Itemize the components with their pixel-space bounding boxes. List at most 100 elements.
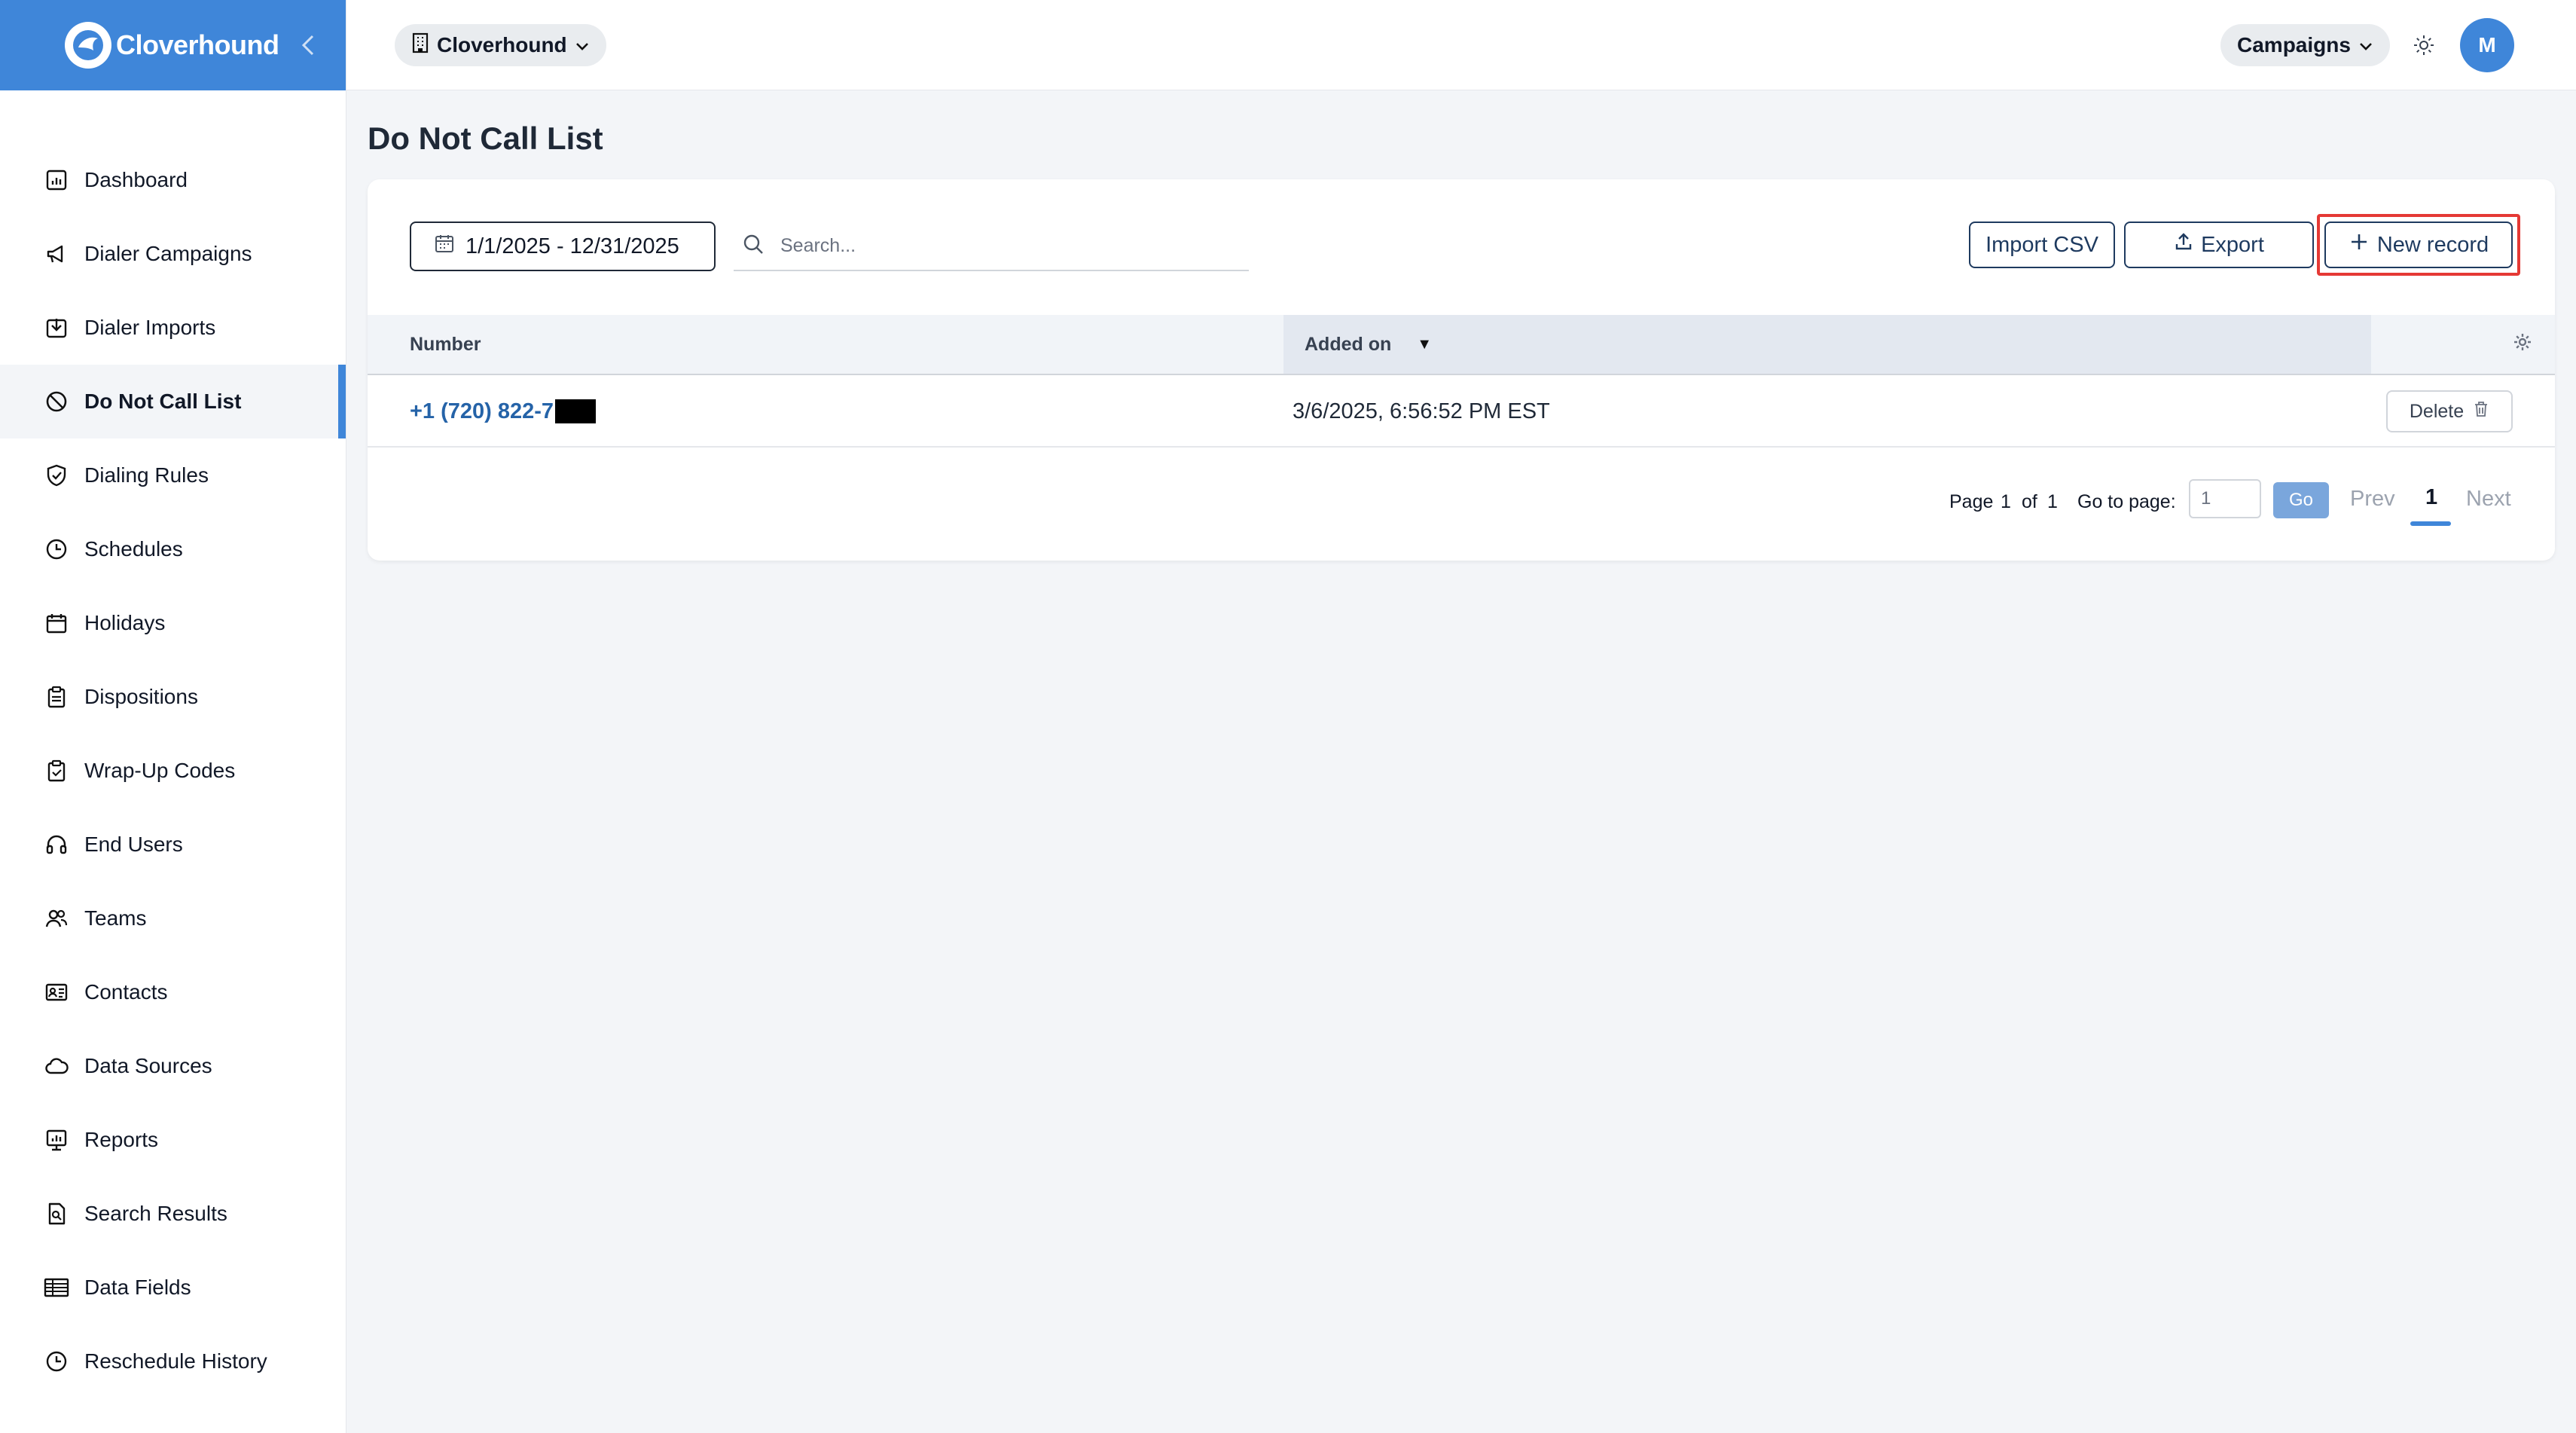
- delete-button[interactable]: Delete: [2386, 390, 2513, 432]
- upload-icon: [2174, 232, 2193, 258]
- gear-icon[interactable]: [2513, 332, 2532, 357]
- page-1-button[interactable]: 1: [2425, 485, 2437, 510]
- sidebar-item-wrap-up-codes[interactable]: Wrap-Up Codes: [0, 734, 346, 808]
- delete-label: Delete: [2409, 400, 2465, 422]
- next-button[interactable]: Next: [2466, 487, 2511, 512]
- sidebar-item-end-users[interactable]: End Users: [0, 808, 346, 881]
- phone-number-cell[interactable]: +1 (720) 822-7: [368, 399, 1283, 424]
- sidebar-item-dispositions[interactable]: Dispositions: [0, 660, 346, 734]
- brand-name: Cloverhound: [116, 29, 279, 60]
- sidebar-item-label: Dialer Campaigns: [84, 242, 252, 265]
- sidebar-item-label: Reports: [84, 1128, 159, 1151]
- building-icon: [411, 32, 429, 59]
- sidebar-item-label: Do Not Call List: [84, 390, 242, 413]
- ban-icon: [41, 386, 72, 417]
- sun-icon[interactable]: [2409, 30, 2439, 60]
- campaigns-dropdown[interactable]: Campaigns: [2220, 24, 2390, 66]
- sidebar-item-data-fields[interactable]: Data Fields: [0, 1251, 346, 1325]
- sidebar-item-label: Wrap-Up Codes: [84, 759, 236, 782]
- search-box: [734, 222, 1249, 271]
- column-header-label: Number: [410, 333, 481, 355]
- avatar[interactable]: M: [2460, 18, 2514, 72]
- chevron-down-icon: [2358, 33, 2373, 57]
- dnc-card: 1/1/2025 - 12/31/2025 Import CSV Export …: [368, 179, 2555, 561]
- row-actions: Delete: [2371, 390, 2555, 432]
- chart-icon: [41, 164, 72, 196]
- export-button[interactable]: Export: [2124, 222, 2314, 268]
- shield-check-icon: [41, 460, 72, 491]
- sidebar-item-schedules[interactable]: Schedules: [0, 512, 346, 586]
- sidebar-nav: Dashboard Dialer Campaigns Dialer Import…: [0, 90, 346, 1398]
- table-row: +1 (720) 822-7 3/6/2025, 6:56:52 PM EST …: [368, 377, 2555, 448]
- sidebar-item-do-not-call-list[interactable]: Do Not Call List: [0, 365, 346, 438]
- cloverhound-logo-icon: [65, 22, 111, 69]
- pagination: Page 1 of 1 Go to page: Go Prev 1 Next: [368, 479, 2555, 526]
- collapse-sidebar-icon[interactable]: [293, 30, 323, 60]
- go-button[interactable]: Go: [2273, 482, 2329, 518]
- headset-icon: [41, 829, 72, 860]
- sidebar-item-dashboard[interactable]: Dashboard: [0, 143, 346, 217]
- goto-label: Go to page:: [2077, 491, 2176, 512]
- export-label: Export: [2201, 232, 2264, 257]
- current-page-indicator: [2410, 521, 2451, 526]
- calendar-icon: [434, 233, 455, 260]
- sidebar-item-search-results[interactable]: Search Results: [0, 1177, 346, 1251]
- sidebar-item-data-sources[interactable]: Data Sources: [0, 1029, 346, 1103]
- clipboard-icon: [41, 681, 72, 713]
- top-bar: Cloverhound Campaigns M: [346, 0, 2576, 90]
- brand-header: Cloverhound: [0, 0, 346, 90]
- date-range-picker[interactable]: 1/1/2025 - 12/31/2025: [410, 222, 716, 271]
- column-settings: [2371, 315, 2555, 374]
- column-header-added-on[interactable]: Added on ▼: [1283, 315, 2371, 374]
- users-icon: [41, 903, 72, 934]
- calendar-icon: [41, 607, 72, 639]
- sidebar-item-label: Dashboard: [84, 168, 188, 191]
- sidebar-item-label: Dialer Imports: [84, 316, 216, 339]
- sidebar-item-dialer-campaigns[interactable]: Dialer Campaigns: [0, 217, 346, 291]
- sidebar-item-reschedule-history[interactable]: Reschedule History: [0, 1325, 346, 1398]
- sidebar-item-label: Search Results: [84, 1202, 227, 1225]
- sidebar-item-teams[interactable]: Teams: [0, 881, 346, 955]
- sidebar-item-contacts[interactable]: Contacts: [0, 955, 346, 1029]
- sidebar-item-label: Reschedule History: [84, 1349, 267, 1373]
- clock-icon: [41, 533, 72, 565]
- org-selector[interactable]: Cloverhound: [395, 24, 606, 66]
- trash-icon: [2473, 400, 2489, 423]
- goto-page-input[interactable]: [2189, 479, 2261, 518]
- sidebar-item-dialer-imports[interactable]: Dialer Imports: [0, 291, 346, 365]
- contact-card-icon: [41, 976, 72, 1008]
- sidebar-item-holidays[interactable]: Holidays: [0, 586, 346, 660]
- page-label: Page: [1949, 491, 1994, 512]
- search-document-icon: [41, 1198, 72, 1230]
- table-icon: [41, 1272, 72, 1303]
- table-header: Number Added on ▼: [368, 315, 2555, 375]
- current-page-number: 1: [2001, 491, 2011, 512]
- phone-number-link[interactable]: +1 (720) 822-7: [410, 399, 554, 424]
- sidebar-item-label: Dialing Rules: [84, 463, 209, 487]
- sidebar-item-label: Contacts: [84, 980, 168, 1004]
- redaction-block: [555, 399, 597, 423]
- clipboard-check-icon: [41, 755, 72, 787]
- import-csv-button[interactable]: Import CSV: [1969, 222, 2115, 268]
- sidebar-item-label: Dispositions: [84, 685, 198, 708]
- sidebar-item-dialing-rules[interactable]: Dialing Rules: [0, 438, 346, 512]
- sidebar-item-reports[interactable]: Reports: [0, 1103, 346, 1177]
- campaigns-label: Campaigns: [2237, 33, 2351, 57]
- import-csv-label: Import CSV: [1985, 232, 2098, 257]
- sidebar-item-label: Data Sources: [84, 1054, 212, 1077]
- date-range-value: 1/1/2025 - 12/31/2025: [465, 234, 679, 258]
- new-record-button[interactable]: New record: [2324, 222, 2513, 268]
- prev-button[interactable]: Prev: [2350, 487, 2395, 512]
- megaphone-icon: [41, 238, 72, 270]
- sidebar-item-label: Schedules: [84, 537, 183, 561]
- search-input[interactable]: [780, 234, 1202, 257]
- history-icon: [41, 1346, 72, 1377]
- sidebar-item-label: Data Fields: [84, 1276, 191, 1299]
- sidebar-item-label: Teams: [84, 906, 147, 930]
- import-icon: [41, 312, 72, 344]
- sidebar-item-label: End Users: [84, 833, 183, 856]
- column-header-number[interactable]: Number: [368, 315, 1283, 374]
- sort-desc-icon: ▼: [1417, 335, 1433, 353]
- cloud-icon: [41, 1050, 72, 1082]
- report-icon: [41, 1124, 72, 1156]
